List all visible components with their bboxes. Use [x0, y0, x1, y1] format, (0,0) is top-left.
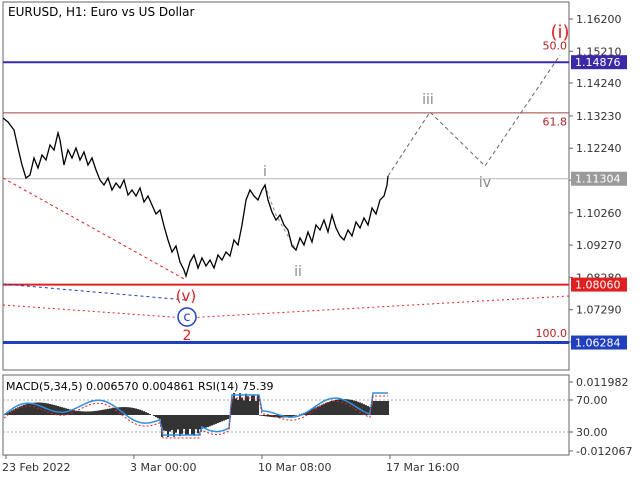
price-tick-label: 1.09270 — [576, 239, 622, 252]
price-badge-label: 1.06284 — [575, 337, 621, 350]
wave-label: (i) — [550, 22, 569, 43]
fib-level-label: 61.8 — [543, 116, 568, 129]
indicator-tick-label: -0.012067 — [576, 445, 632, 458]
price-tick-label: 1.14240 — [576, 77, 622, 90]
wave-label: ii — [294, 264, 302, 280]
indicator-title: MACD(5,34,5) 0.006570 0.004861 RSI(14) 7… — [6, 380, 273, 393]
price-tick-label: 1.10260 — [576, 207, 622, 220]
price-badge-label: 1.14876 — [575, 56, 621, 69]
date-tick-label: 23 Feb 2022 — [2, 461, 70, 474]
price-badge-label: 1.11304 — [575, 173, 621, 186]
wave-label: (v) — [176, 287, 197, 305]
wave-label: iv — [479, 175, 491, 191]
price-tick-label: 1.12240 — [576, 142, 622, 155]
indicator-tick-label: 0.011982 — [576, 376, 629, 389]
date-tick-label: 3 Mar 00:00 — [130, 461, 196, 474]
price-badge-label: 1.08060 — [575, 279, 621, 292]
chart-canvas: 50.061.8100.0(i)iiiiviii(v)c2 1.162001.1… — [0, 0, 640, 480]
fib-level-label: 100.0 — [536, 327, 568, 340]
price-tick-label: 1.07290 — [576, 304, 622, 317]
date-tick-label: 17 Mar 16:00 — [386, 461, 459, 474]
date-tick-label: 10 Mar 08:00 — [258, 461, 331, 474]
chart-title: EURUSD, H1: Euro vs US Dollar — [8, 5, 194, 19]
price-tick-label: 1.13230 — [576, 110, 622, 123]
wave-label: i — [263, 164, 267, 180]
wave-label: iii — [422, 92, 434, 108]
indicator-tick-label: 30.00 — [576, 426, 608, 439]
indicator-tick-label: 70.00 — [576, 394, 608, 407]
wave-label: c — [183, 310, 190, 325]
wave-label: 2 — [183, 328, 192, 344]
price-tick-label: 1.16200 — [576, 13, 622, 26]
